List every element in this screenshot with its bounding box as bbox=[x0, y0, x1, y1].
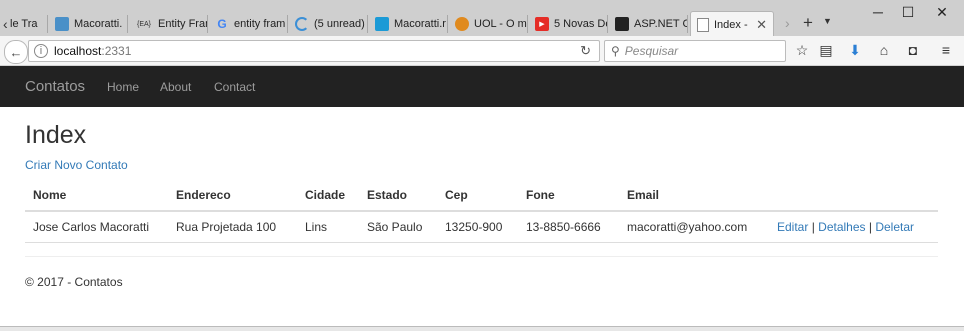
browser-tab-2[interactable]: Macoratti. bbox=[49, 12, 128, 36]
tab-scroll-right-icon[interactable]: › bbox=[785, 15, 790, 31]
window-close-icon[interactable]: ✕ bbox=[927, 2, 957, 22]
cell-cidade: Lins bbox=[297, 211, 359, 243]
download-icon[interactable]: ⬇ bbox=[845, 42, 865, 59]
contacts-table: Nome Endereco Cidade Estado Cep Fone Ema… bbox=[25, 180, 938, 243]
edit-link[interactable]: Editar bbox=[777, 220, 808, 234]
search-input[interactable]: ⚲ Pesquisar bbox=[604, 40, 786, 62]
browser-tab-1[interactable]: le Tra bbox=[10, 12, 48, 36]
cell-email: macoratti@yahoo.com bbox=[619, 211, 769, 243]
header-estado: Estado bbox=[359, 180, 437, 212]
loading-icon bbox=[295, 17, 309, 31]
bookmark-star-icon[interactable]: ☆ bbox=[792, 42, 812, 59]
menu-icon[interactable]: ≡ bbox=[936, 42, 956, 58]
header-cep: Cep bbox=[437, 180, 518, 212]
reading-list-icon[interactable]: ▤ bbox=[816, 42, 836, 59]
action-separator: | bbox=[808, 220, 819, 234]
browser-tab-7[interactable]: UOL - O m bbox=[449, 12, 528, 36]
browser-tab-active[interactable]: Index - ✕ bbox=[690, 11, 774, 37]
nav-contact[interactable]: Contact bbox=[214, 80, 255, 94]
browser-tab-5[interactable]: (5 unread) bbox=[289, 12, 368, 36]
macoratti-blue-icon bbox=[375, 17, 389, 31]
tab-title: Macoratti. bbox=[74, 18, 123, 30]
tab-title: UOL - O m bbox=[474, 18, 527, 30]
cell-actions: Editar | Detalhes | Deletar bbox=[769, 211, 938, 243]
page-icon bbox=[697, 17, 709, 32]
address-bar[interactable]: i localhost:2331 ↻ bbox=[28, 40, 600, 62]
cell-nome: Jose Carlos Macoratti bbox=[25, 211, 168, 243]
browser-toolbar: ← i localhost:2331 ↻ ⚲ Pesquisar ☆ ▤ ⬇ ⌂… bbox=[0, 36, 964, 66]
tab-title: Entity Fram bbox=[158, 18, 208, 30]
home-icon[interactable]: ⌂ bbox=[874, 42, 894, 58]
cell-cep: 13250-900 bbox=[437, 211, 518, 243]
header-email: Email bbox=[619, 180, 769, 212]
tab-title: entity fram bbox=[234, 18, 286, 30]
tab-title: Index - bbox=[714, 18, 748, 31]
header-endereco: Endereco bbox=[168, 180, 297, 212]
minimize-icon[interactable]: ─ bbox=[863, 2, 893, 22]
tab-title: (5 unread) bbox=[314, 18, 365, 30]
browser-tab-4[interactable]: G entity fram bbox=[209, 12, 288, 36]
brand-link[interactable]: Contatos bbox=[25, 78, 85, 95]
pocket-icon[interactable]: ◘ bbox=[903, 42, 923, 58]
browser-tab-6[interactable]: Macoratti.r bbox=[369, 12, 448, 36]
uol-icon bbox=[455, 17, 469, 31]
table-row: Jose Carlos Macoratti Rua Projetada 100 … bbox=[25, 211, 938, 243]
url-port: :2331 bbox=[101, 44, 132, 58]
cell-estado: São Paulo bbox=[359, 211, 437, 243]
browser-tab-strip: ‹ le Tra Macoratti. {EA} Entity Fram G e… bbox=[0, 0, 964, 37]
action-separator: | bbox=[865, 220, 876, 234]
browser-tab-8[interactable]: ▶ 5 Novas De bbox=[529, 12, 608, 36]
header-cidade: Cidade bbox=[297, 180, 359, 212]
new-tab-button[interactable]: + bbox=[803, 13, 813, 33]
nav-home[interactable]: Home bbox=[107, 80, 139, 94]
search-placeholder: Pesquisar bbox=[624, 44, 679, 58]
tab-scroll-left-icon[interactable]: ‹ bbox=[3, 16, 8, 32]
asp-net-icon bbox=[615, 17, 629, 31]
search-icon: ⚲ bbox=[611, 44, 620, 58]
info-icon[interactable]: i bbox=[34, 44, 48, 58]
app-navbar: Contatos Home About Contact bbox=[0, 66, 964, 107]
youtube-icon: ▶ bbox=[535, 17, 549, 31]
google-icon: G bbox=[217, 17, 227, 31]
tab-title: Macoratti.r bbox=[394, 18, 446, 30]
footer-divider bbox=[25, 256, 938, 257]
browser-tab-3[interactable]: {EA} Entity Fram bbox=[129, 12, 208, 36]
tab-list-chevron-down-icon[interactable]: ▼ bbox=[823, 16, 832, 26]
cell-fone: 13-8850-6666 bbox=[518, 211, 619, 243]
footer-text: © 2017 - Contatos bbox=[25, 275, 123, 289]
macoratti-icon bbox=[55, 17, 69, 31]
nav-about[interactable]: About bbox=[160, 80, 191, 94]
url-host: localhost bbox=[54, 44, 102, 58]
header-nome: Nome bbox=[25, 180, 168, 212]
create-contact-link[interactable]: Criar Novo Contato bbox=[25, 158, 128, 172]
cell-endereco: Rua Projetada 100 bbox=[168, 211, 297, 243]
ea-icon: {EA} bbox=[136, 20, 151, 28]
tab-title: le Tra bbox=[10, 18, 38, 30]
tab-title: ASP.NET C bbox=[634, 18, 688, 30]
maximize-icon[interactable]: ☐ bbox=[893, 2, 923, 22]
window-bottom-edge bbox=[0, 326, 964, 331]
reload-icon[interactable]: ↻ bbox=[580, 43, 591, 59]
browser-tab-9[interactable]: ASP.NET C bbox=[609, 12, 688, 36]
details-link[interactable]: Detalhes bbox=[818, 220, 865, 234]
header-fone: Fone bbox=[518, 180, 619, 212]
delete-link[interactable]: Deletar bbox=[875, 220, 914, 234]
page-title: Index bbox=[25, 121, 87, 149]
table-header-row: Nome Endereco Cidade Estado Cep Fone Ema… bbox=[25, 180, 938, 212]
close-tab-icon[interactable]: ✕ bbox=[756, 17, 767, 33]
tab-title: 5 Novas De bbox=[554, 18, 608, 30]
back-icon[interactable]: ← bbox=[4, 40, 28, 64]
header-actions bbox=[769, 180, 938, 212]
